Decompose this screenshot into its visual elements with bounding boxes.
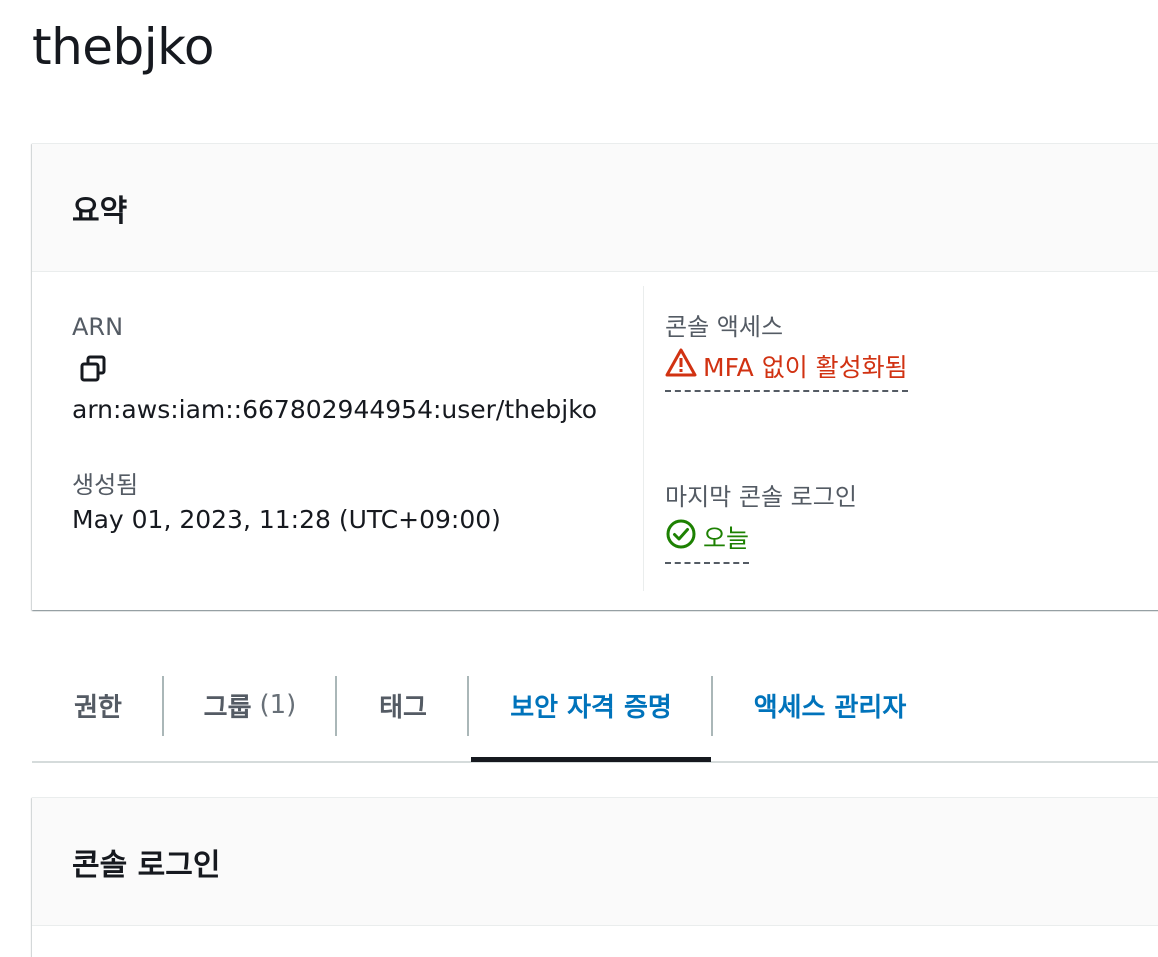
column-divider bbox=[643, 286, 644, 591]
tab-bar: 권한 그룹 (1) 태그 보안 자격 증명 액세스 관리자 bbox=[32, 648, 1158, 763]
last-login-label: 마지막 콘솔 로그인 bbox=[665, 483, 857, 511]
tab-access-advisor[interactable]: 액세스 관리자 bbox=[715, 674, 945, 736]
warning-icon bbox=[665, 348, 697, 388]
arn-value: arn:aws:iam::667802944954:user/thebjko bbox=[72, 395, 598, 424]
check-circle-icon bbox=[665, 518, 697, 560]
console-access-label: 콘솔 액세스 bbox=[665, 313, 784, 341]
last-login-field: 마지막 콘솔 로그인 오늘 bbox=[665, 480, 1158, 564]
tab-separator bbox=[335, 676, 337, 736]
console-login-card: 콘솔 로그인 bbox=[32, 797, 1158, 957]
tab-separator bbox=[467, 676, 469, 736]
tab-groups-count: (1) bbox=[259, 690, 297, 720]
tab-tags-label: 태그 bbox=[379, 692, 427, 723]
copy-icon[interactable] bbox=[78, 354, 108, 388]
tab-groups[interactable]: 그룹 (1) bbox=[166, 674, 334, 736]
console-access-value: MFA 없이 활성화됨 bbox=[703, 353, 908, 382]
tab-permissions[interactable]: 권한 bbox=[46, 674, 150, 736]
tab-permissions-label: 권한 bbox=[74, 692, 122, 723]
last-login-status[interactable]: 오늘 bbox=[665, 518, 750, 564]
summary-left-column: ARN arn:aws:iam::667802944954:user/thebj… bbox=[72, 310, 632, 538]
console-access-status[interactable]: MFA 없이 활성화됨 bbox=[665, 348, 908, 392]
created-label: 생성됨 bbox=[72, 471, 139, 499]
summary-heading: 요약 bbox=[72, 193, 128, 229]
page-title: thebjko bbox=[32, 18, 214, 76]
tab-access-advisor-label: 액세스 관리자 bbox=[753, 692, 907, 723]
summary-card: 요약 ARN arn:aws:iam::667802944954:user/th… bbox=[32, 143, 1158, 610]
tab-groups-label: 그룹 bbox=[203, 692, 252, 723]
summary-header: 요약 bbox=[32, 144, 1158, 272]
console-login-heading: 콘솔 로그인 bbox=[72, 847, 221, 883]
created-field: 생성됨 May 01, 2023, 11:28 (UTC+09:00) bbox=[72, 468, 632, 538]
tab-separator bbox=[711, 676, 713, 736]
active-tab-indicator bbox=[471, 757, 711, 762]
tab-security-credentials[interactable]: 보안 자격 증명 bbox=[471, 674, 711, 736]
tab-security-credentials-label: 보안 자격 증명 bbox=[510, 692, 672, 723]
console-login-header: 콘솔 로그인 bbox=[32, 798, 1158, 926]
tab-separator bbox=[162, 676, 164, 736]
summary-body: ARN arn:aws:iam::667802944954:user/thebj… bbox=[32, 272, 1158, 610]
last-login-value: 오늘 bbox=[703, 524, 750, 553]
tab-tags[interactable]: 태그 bbox=[338, 674, 468, 736]
summary-right-column: 콘솔 액세스 MFA 없이 활성화됨 마지막 콘솔 로그인 오늘 bbox=[665, 310, 1158, 564]
created-value: May 01, 2023, 11:28 (UTC+09:00) bbox=[72, 505, 501, 534]
arn-label: ARN bbox=[72, 313, 124, 341]
